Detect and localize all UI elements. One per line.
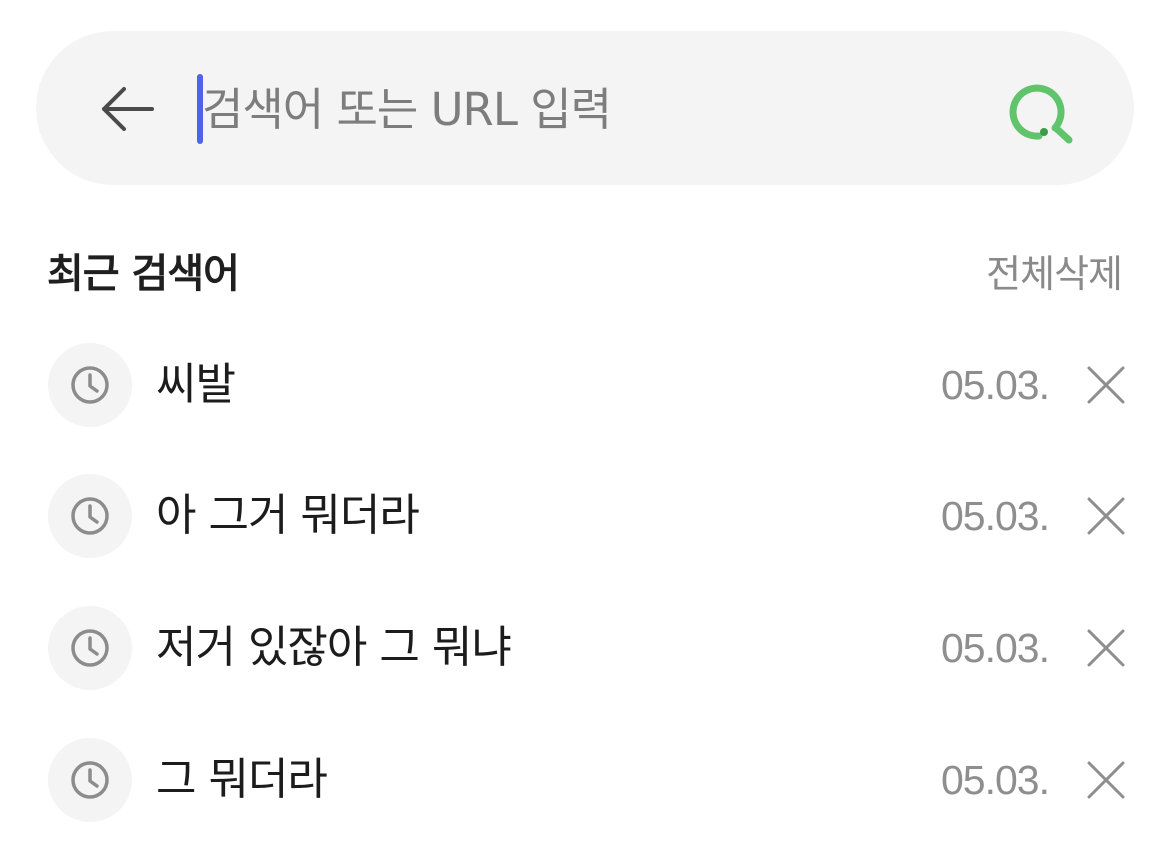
clock-icon bbox=[71, 629, 109, 667]
clock-icon bbox=[71, 366, 109, 404]
clock-icon bbox=[71, 761, 109, 799]
recent-searches-title: 최근 검색어 bbox=[47, 251, 240, 297]
history-icon-wrap bbox=[48, 474, 132, 558]
history-item[interactable]: 씨발 05.03. bbox=[0, 337, 1170, 433]
history-item[interactable]: 그 뭐더라 05.03. bbox=[0, 732, 1170, 828]
history-item-date: 05.03. bbox=[941, 625, 1050, 671]
clock-icon bbox=[71, 497, 109, 535]
history-item-text[interactable]: 아 그거 뭐더라 bbox=[156, 484, 420, 548]
history-item[interactable]: 아 그거 뭐더라 05.03. bbox=[0, 468, 1170, 564]
back-button[interactable] bbox=[94, 78, 160, 140]
search-input[interactable] bbox=[202, 70, 962, 148]
history-item-date: 05.03. bbox=[941, 757, 1050, 803]
history-item-delete-button[interactable] bbox=[1080, 359, 1132, 411]
history-item-date: 05.03. bbox=[941, 362, 1050, 408]
close-icon bbox=[1087, 761, 1125, 799]
history-item-text[interactable]: 저거 있잖아 그 뭐냐 bbox=[156, 616, 512, 680]
search-button[interactable] bbox=[998, 72, 1082, 150]
history-icon-wrap bbox=[48, 343, 132, 427]
close-icon bbox=[1087, 497, 1125, 535]
history-item-delete-button[interactable] bbox=[1080, 490, 1132, 542]
history-item-text[interactable]: 씨발 bbox=[156, 353, 236, 417]
close-icon bbox=[1087, 366, 1125, 404]
history-item-date: 05.03. bbox=[941, 493, 1050, 539]
history-item-delete-button[interactable] bbox=[1080, 622, 1132, 674]
arrow-left-icon bbox=[102, 87, 154, 131]
clear-all-button[interactable]: 전체삭제 bbox=[986, 246, 1123, 302]
history-icon-wrap bbox=[48, 738, 132, 822]
history-item-delete-button[interactable] bbox=[1080, 754, 1132, 806]
history-item-text[interactable]: 그 뭐더라 bbox=[156, 748, 328, 812]
history-icon-wrap bbox=[48, 606, 132, 690]
history-item[interactable]: 저거 있잖아 그 뭐냐 05.03. bbox=[0, 600, 1170, 696]
close-icon bbox=[1087, 629, 1125, 667]
search-icon bbox=[1009, 84, 1073, 144]
